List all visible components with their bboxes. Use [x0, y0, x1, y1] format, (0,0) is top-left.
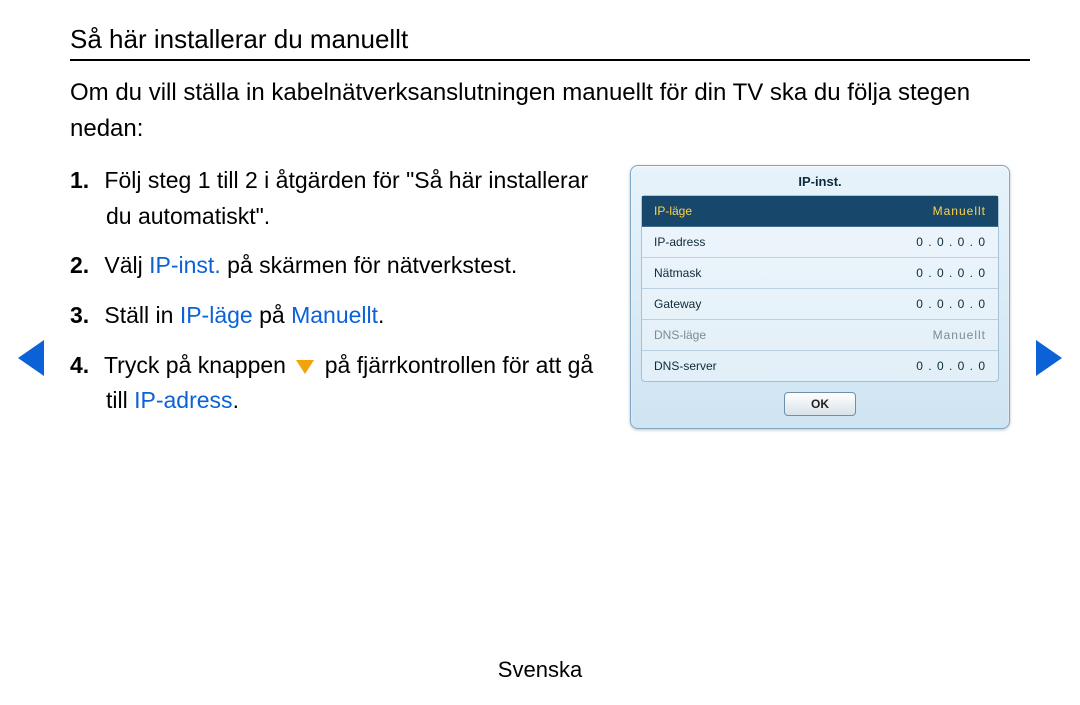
step-3-hl1: IP-läge — [180, 302, 253, 328]
ok-button[interactable]: OK — [784, 392, 856, 416]
row-netmask-value: 0 . 0 . 0 . 0 — [916, 266, 986, 280]
down-arrow-icon — [296, 360, 314, 374]
row-ip-address-value: 0 . 0 . 0 . 0 — [916, 235, 986, 249]
row-gateway-value: 0 . 0 . 0 . 0 — [916, 297, 986, 311]
row-netmask-label: Nätmask — [654, 266, 701, 280]
language-footer: Svenska — [0, 657, 1080, 683]
manual-page: Så här installerar du manuellt Om du vil… — [0, 0, 1080, 705]
steps-list: Följ steg 1 till 2 i åtgärden för "Så hä… — [70, 163, 610, 419]
step-4: Tryck på knappen på fjärrkontrollen för … — [70, 348, 610, 419]
step-4-post: . — [233, 387, 239, 413]
step-1-text: Följ steg 1 till 2 i åtgärden för "Så hä… — [104, 167, 588, 229]
panel-title: IP-inst. — [631, 166, 1009, 195]
row-ip-address-label: IP-adress — [654, 235, 705, 249]
step-4-hl: IP-adress — [134, 387, 232, 413]
content-columns: Följ steg 1 till 2 i åtgärden för "Så hä… — [70, 163, 1030, 433]
row-dns-mode[interactable]: DNS-läge Manuellt — [642, 320, 998, 351]
step-3-pre: Ställ in — [104, 302, 179, 328]
row-dns-mode-label: DNS-läge — [654, 328, 706, 342]
steps-column: Följ steg 1 till 2 i åtgärden för "Så hä… — [70, 163, 630, 433]
row-ip-mode-value: Manuellt — [933, 204, 986, 218]
page-title: Så här installerar du manuellt — [70, 24, 1030, 61]
ok-button-wrap: OK — [631, 392, 1009, 416]
row-gateway-label: Gateway — [654, 297, 701, 311]
step-1: Följ steg 1 till 2 i åtgärden för "Så hä… — [70, 163, 610, 234]
step-3: Ställ in IP-läge på Manuellt. — [70, 298, 610, 334]
row-dns-server[interactable]: DNS-server 0 . 0 . 0 . 0 — [642, 351, 998, 381]
step-2-post: på skärmen för nätverkstest. — [221, 252, 518, 278]
step-3-post: . — [378, 302, 384, 328]
prev-page-arrow-icon[interactable] — [18, 340, 44, 376]
step-2-pre: Välj — [104, 252, 149, 278]
step-3-hl2: Manuellt — [291, 302, 378, 328]
step-4-pre: Tryck på knappen — [104, 352, 292, 378]
row-ip-mode-label: IP-läge — [654, 204, 692, 218]
intro-text: Om du vill ställa in kabelnätverksanslut… — [70, 75, 1030, 147]
next-page-arrow-icon[interactable] — [1036, 340, 1062, 376]
step-3-mid: på — [253, 302, 291, 328]
row-dns-server-label: DNS-server — [654, 359, 717, 373]
row-ip-address[interactable]: IP-adress 0 . 0 . 0 . 0 — [642, 227, 998, 258]
row-dns-mode-value: Manuellt — [933, 328, 986, 342]
row-ip-mode[interactable]: IP-läge Manuellt — [642, 196, 998, 227]
step-2: Välj IP-inst. på skärmen för nätverkstes… — [70, 248, 610, 284]
step-2-highlight: IP-inst. — [149, 252, 221, 278]
panel-body: IP-läge Manuellt IP-adress 0 . 0 . 0 . 0… — [641, 195, 999, 382]
panel-column: IP-inst. IP-läge Manuellt IP-adress 0 . … — [630, 165, 1010, 433]
ip-settings-panel: IP-inst. IP-läge Manuellt IP-adress 0 . … — [630, 165, 1010, 429]
row-netmask[interactable]: Nätmask 0 . 0 . 0 . 0 — [642, 258, 998, 289]
row-dns-server-value: 0 . 0 . 0 . 0 — [916, 359, 986, 373]
row-gateway[interactable]: Gateway 0 . 0 . 0 . 0 — [642, 289, 998, 320]
